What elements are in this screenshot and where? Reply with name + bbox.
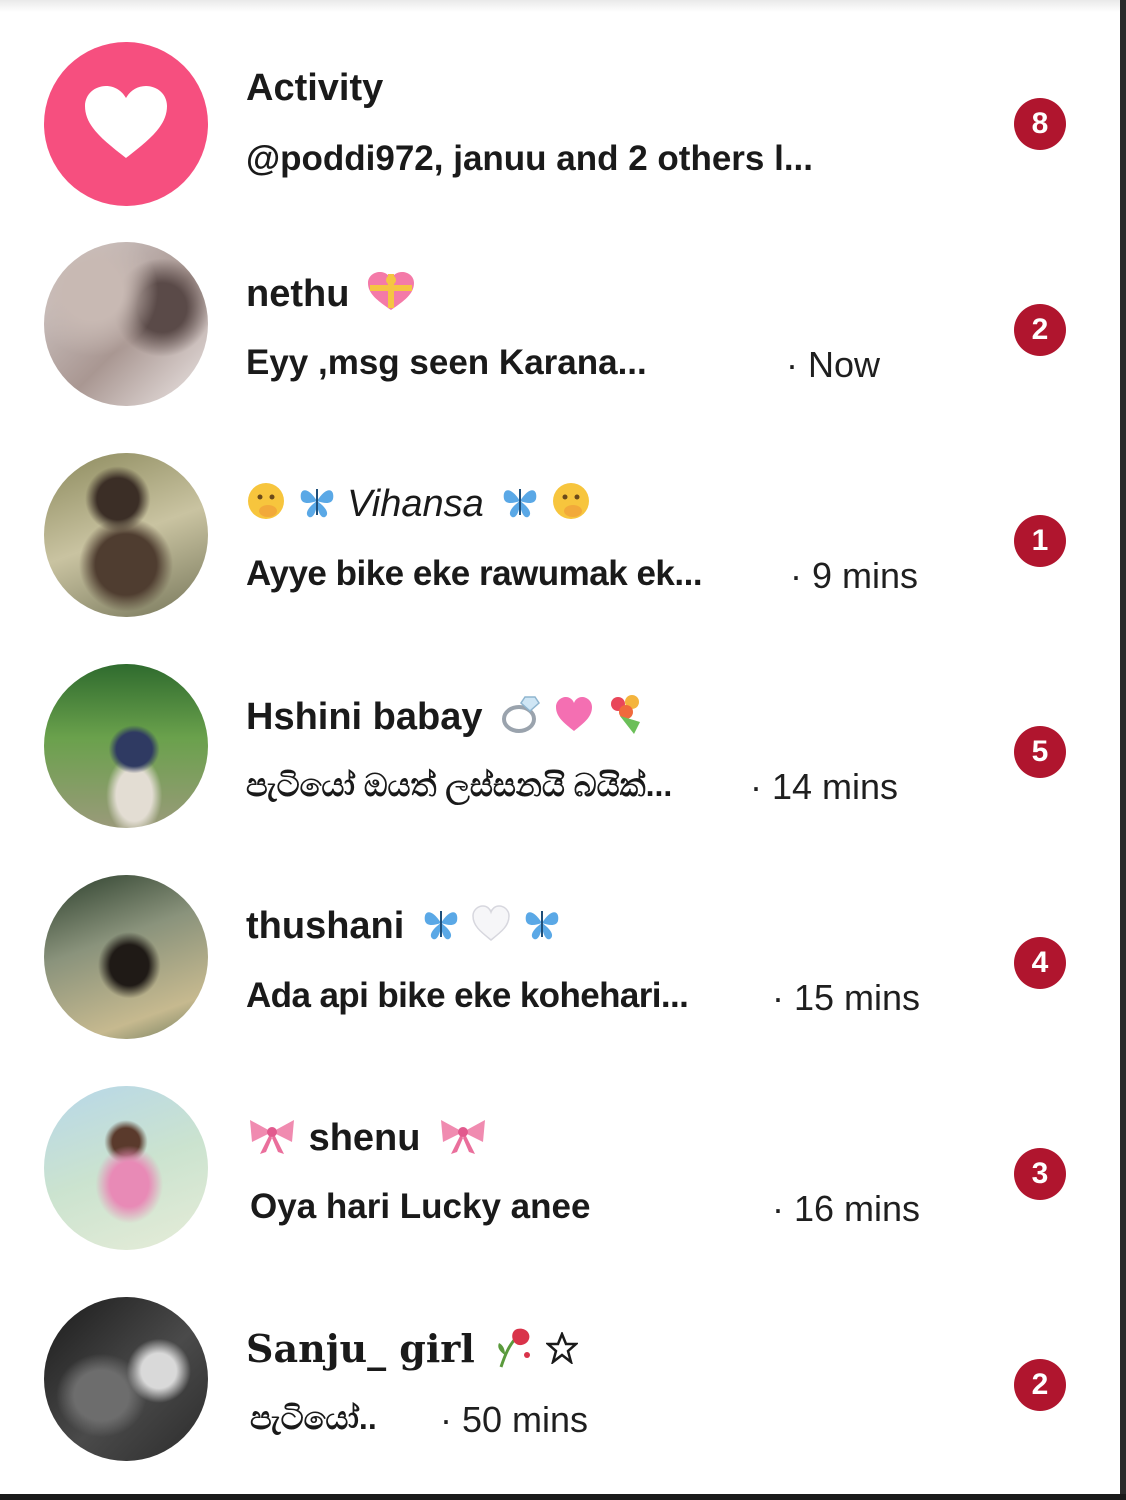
chat-name: shenu [246, 1114, 489, 1166]
timestamp: · 50 mins [440, 1399, 589, 1440]
white-heart-icon [471, 904, 511, 952]
avatar [44, 1086, 208, 1250]
pink-heart-icon [554, 695, 594, 743]
message-preview: Ayye bike eke rawumak ek... [246, 554, 703, 593]
unread-badge: 5 [1014, 726, 1066, 778]
unread-badge: 8 [1014, 98, 1066, 150]
butterfly-icon [500, 481, 540, 531]
ribbon-icon [246, 1114, 298, 1166]
peek-face-icon [551, 481, 591, 531]
chat-row[interactable]: Sanju_ girl පැටියෝ.. · 50 mins 2 [0, 1257, 1120, 1468]
contact-name: thushani [246, 905, 405, 948]
chat-name: nethu [246, 270, 416, 322]
contact-name: Vihansa [347, 483, 484, 526]
conversation-list: Activity @poddi972, januu and 2 others l… [0, 0, 1120, 1468]
chat-row[interactable]: Vihansa Ayye bike eke rawumak ek... · 9 … [0, 413, 1120, 624]
timestamp: · 15 mins [772, 977, 921, 1018]
chat-name: Sanju_ girl [246, 1325, 580, 1379]
peek-face-icon [246, 481, 286, 531]
message-preview: පැටියෝ ඔයත් ලස්සනයි බයික්... [246, 767, 673, 803]
chat-name: Vihansa [246, 481, 591, 531]
chat-name: thushani [246, 903, 562, 953]
chat-row[interactable]: shenu Oya hari Lucky anee · 16 mins 3 [0, 1046, 1120, 1257]
unread-badge: 2 [1014, 1359, 1066, 1411]
timestamp: · 16 mins [772, 1188, 921, 1229]
bouquet-icon [604, 692, 648, 746]
unread-badge: 4 [1014, 937, 1066, 989]
activity-avatar [44, 42, 208, 206]
chat-list-screen: Activity @poddi972, januu and 2 others l… [0, 0, 1126, 1500]
butterfly-icon [421, 903, 461, 953]
chat-name: Hshini babay [246, 692, 648, 746]
avatar [44, 664, 208, 828]
contact-name: shenu [308, 1117, 421, 1160]
ribbon-icon [437, 1114, 489, 1166]
message-preview: Oya hari Lucky anee [250, 1187, 591, 1226]
contact-name: nethu [246, 273, 350, 316]
activity-subtitle: @poddi972, januu and 2 others l... [246, 139, 813, 178]
butterfly-icon [297, 481, 337, 531]
message-preview: Eyy ,msg seen Karana... [246, 343, 647, 382]
avatar [44, 453, 208, 617]
avatar [44, 1297, 208, 1461]
chat-row[interactable]: thushani Ada api bike eke kohehari... · … [0, 835, 1120, 1046]
unread-badge: 1 [1014, 515, 1066, 567]
gift-heart-icon [366, 270, 416, 322]
avatar [44, 875, 208, 1039]
chat-row[interactable]: Hshini babay පැටියෝ ඔයත් ලස්සනයි බයික්..… [0, 624, 1120, 835]
chat-row[interactable]: nethu Eyy ,msg seen Karana... · Now 2 [0, 202, 1120, 413]
bottom-edge [0, 1494, 1126, 1500]
timestamp: · 9 mins [790, 555, 919, 596]
right-edge [1120, 0, 1126, 1500]
avatar [44, 242, 208, 406]
star-icon [544, 1330, 580, 1374]
activity-title: Activity [246, 67, 384, 109]
message-preview: Ada api bike eke kohehari... [246, 976, 689, 1015]
ring-icon [499, 693, 543, 745]
timestamp: · Now [786, 344, 881, 385]
heart-icon [83, 84, 169, 165]
wilted-rose-icon [491, 1325, 535, 1379]
activity-row[interactable]: Activity @poddi972, januu and 2 others l… [0, 0, 1120, 206]
timestamp: · 14 mins [750, 766, 899, 807]
unread-badge: 2 [1014, 304, 1066, 356]
message-preview: පැටියෝ.. [250, 1400, 377, 1436]
contact-name: Hshini babay [246, 696, 483, 739]
butterfly-icon [522, 903, 562, 953]
unread-badge: 3 [1014, 1148, 1066, 1200]
contact-name: Sanju_ girl [246, 1326, 475, 1372]
